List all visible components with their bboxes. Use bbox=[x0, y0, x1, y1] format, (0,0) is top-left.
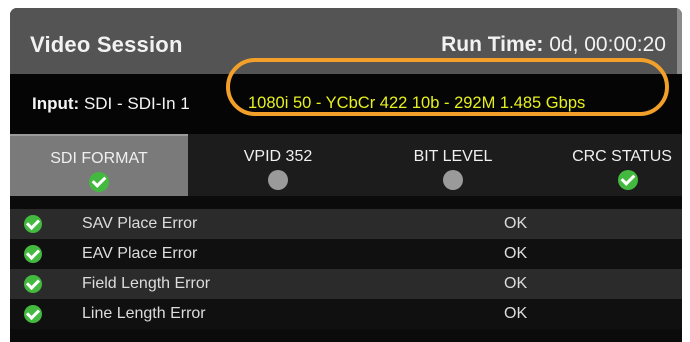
header-scroll-edge bbox=[677, 8, 682, 74]
run-time-value: 0d, 00:00:20 bbox=[549, 33, 666, 56]
row-value: OK bbox=[504, 245, 528, 262]
tab-label: CRC STATUS bbox=[572, 148, 672, 165]
run-time-label: Run Time: bbox=[441, 33, 544, 56]
tab-crc-status[interactable]: CRC STATUS bbox=[550, 134, 682, 196]
row-value: OK bbox=[504, 275, 528, 292]
list-item[interactable]: EAV Place Error OK bbox=[10, 239, 682, 269]
tab-label: VPID 352 bbox=[243, 148, 313, 165]
list-item[interactable]: SAV Place Error OK bbox=[10, 209, 682, 239]
panel-title: Video Session bbox=[30, 32, 183, 57]
check-icon bbox=[24, 275, 42, 293]
check-icon bbox=[618, 170, 638, 190]
format-highlight-ring bbox=[226, 58, 669, 116]
tab-sdi-format[interactable]: SDI FORMAT bbox=[10, 134, 188, 196]
check-icon bbox=[24, 305, 42, 323]
input-source: Input: SDI - SDI-In 1 bbox=[32, 94, 240, 114]
row-name: EAV Place Error bbox=[82, 245, 198, 262]
check-icon bbox=[89, 172, 109, 192]
check-icon bbox=[24, 245, 42, 263]
tab-bit-level[interactable]: BIT LEVEL bbox=[368, 134, 538, 196]
check-icon bbox=[24, 215, 42, 233]
row-name: Field Length Error bbox=[82, 275, 211, 292]
input-label: Input: bbox=[32, 94, 80, 113]
row-name: SAV Place Error bbox=[82, 215, 198, 232]
tab-label: BIT LEVEL bbox=[413, 148, 493, 165]
grey-dot-icon bbox=[443, 170, 463, 190]
list-item[interactable]: Field Length Error OK bbox=[10, 269, 682, 299]
row-name: Line Length Error bbox=[82, 305, 206, 322]
grey-dot-icon bbox=[268, 170, 288, 190]
row-value: OK bbox=[504, 305, 528, 322]
tab-vpid-352[interactable]: VPID 352 bbox=[188, 134, 368, 196]
input-source-value: SDI - SDI-In 1 bbox=[83, 94, 190, 113]
run-time: Run Time: 0d, 00:00:20 bbox=[441, 33, 666, 57]
list-item[interactable]: Line Length Error OK bbox=[10, 299, 682, 329]
tab-bar: SDI FORMAT VPID 352 BIT LEVEL CRC STATUS bbox=[10, 134, 682, 196]
row-value: OK bbox=[504, 215, 528, 232]
tab-label: SDI FORMAT bbox=[50, 150, 148, 167]
